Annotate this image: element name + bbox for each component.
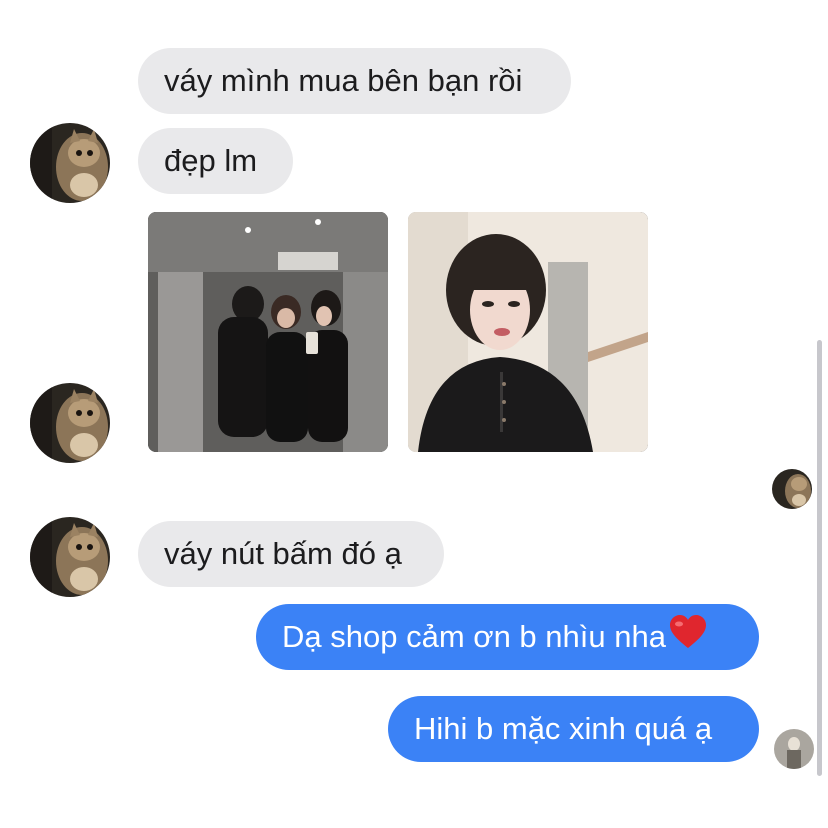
outgoing-message-bubble[interactable]: Dạ shop cảm ơn b nhìu nha	[256, 604, 759, 670]
incoming-message-bubble[interactable]: đẹp lm	[138, 128, 293, 194]
incoming-message-bubble[interactable]: váy mình mua bên bạn rồi	[138, 48, 571, 114]
read-receipt-avatar-icon	[774, 729, 814, 769]
read-receipt-avatar-icon	[772, 469, 812, 509]
outgoing-message-bubble[interactable]: Hihi b mặc xinh quá ạ	[388, 696, 759, 762]
cat-avatar-icon[interactable]	[30, 123, 110, 203]
cat-avatar-icon[interactable]	[30, 383, 110, 463]
red-heart-icon	[668, 607, 708, 673]
cat-avatar-icon[interactable]	[30, 517, 110, 597]
group-selfie-photo[interactable]	[148, 212, 388, 452]
scrollbar[interactable]	[817, 340, 822, 776]
portrait-photo[interactable]	[408, 212, 648, 452]
outgoing-message-text: Dạ shop cảm ơn b nhìu nha	[282, 619, 666, 654]
incoming-message-bubble[interactable]: váy nút bấm đó ạ	[138, 521, 444, 587]
chat-screen: váy mình mua bên bạn rồi đẹp lm váy nút …	[0, 0, 828, 828]
